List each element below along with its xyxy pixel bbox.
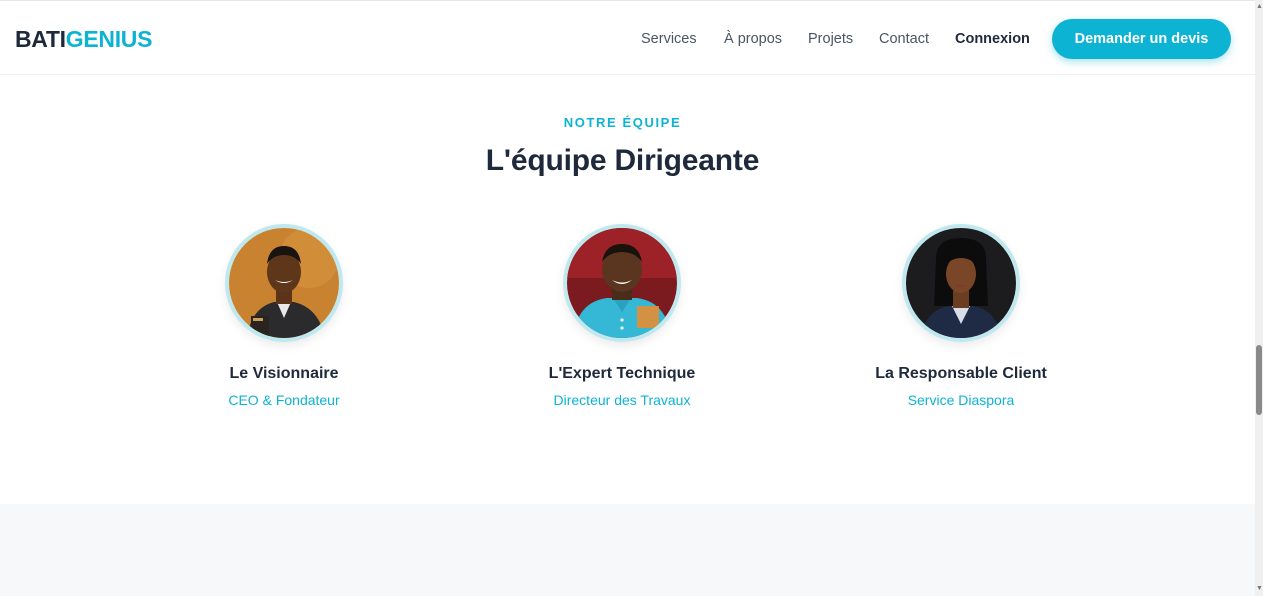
avatar [563, 224, 681, 342]
team-member-card: Le Visionnaire CEO & Fondateur [144, 224, 424, 409]
page-scrollbar[interactable]: ▲ ▼ [1255, 0, 1263, 596]
team-member-card: La Responsable Client Service Diaspora [821, 224, 1101, 409]
request-quote-button[interactable]: Demander un devis [1052, 19, 1231, 59]
avatar [225, 224, 343, 342]
scroll-down-arrow-icon[interactable]: ▼ [1256, 585, 1263, 593]
portrait-client-manager [906, 228, 1016, 338]
page: BATIGENIUS Services À propos Projets Con… [0, 0, 1255, 596]
section-eyebrow: NOTRE ÉQUIPE [563, 115, 682, 130]
nav-contact[interactable]: Contact [879, 30, 929, 48]
member-name: L'Expert Technique [548, 365, 696, 382]
site-header: BATIGENIUS Services À propos Projets Con… [0, 0, 1255, 75]
scroll-up-arrow-icon[interactable]: ▲ [1256, 3, 1263, 11]
nav-a-propos[interactable]: À propos [724, 30, 782, 48]
scrollbar-thumb[interactable] [1256, 345, 1262, 415]
member-role: CEO & Fondateur [228, 392, 340, 408]
nav-services[interactable]: Services [641, 30, 697, 48]
portrait-technical-expert [567, 228, 677, 338]
member-role: Directeur des Travaux [553, 392, 691, 408]
member-role: Service Diaspora [907, 392, 1015, 408]
member-name: La Responsable Client [875, 365, 1047, 382]
member-name: Le Visionnaire [229, 365, 339, 382]
section-title: L'équipe Dirigeante [485, 144, 760, 177]
avatar [902, 224, 1020, 342]
team-member-card: L'Expert Technique Directeur des Travaux [482, 224, 762, 409]
nav-connexion[interactable]: Connexion [955, 30, 1030, 48]
next-section-band [0, 504, 1255, 596]
portrait-ceo [229, 228, 339, 338]
nav-projets[interactable]: Projets [808, 30, 853, 48]
